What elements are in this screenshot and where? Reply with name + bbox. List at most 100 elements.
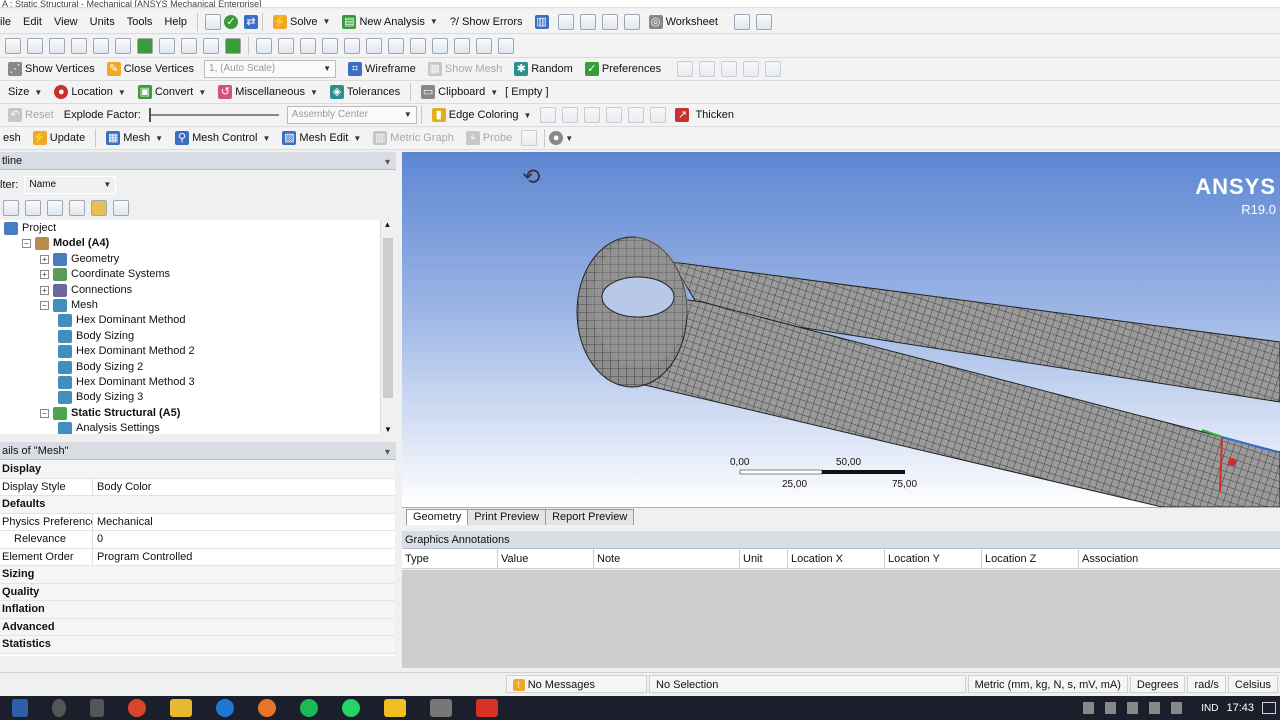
language-indicator[interactable]: IND	[1201, 703, 1218, 714]
firefox-icon[interactable]	[258, 699, 276, 717]
thicken-button[interactable]: Thicken	[689, 105, 740, 125]
expand-toggle-icon[interactable]: −	[22, 239, 31, 249]
col-value[interactable]: Value	[498, 549, 594, 569]
col-note[interactable]: Note	[594, 549, 740, 569]
extend-2-icon[interactable]	[49, 38, 65, 54]
tree-icon[interactable]: ⇄	[244, 14, 259, 29]
probe-button[interactable]: ⌖ Probe	[460, 128, 518, 148]
geometry-render[interactable]: ⟲	[402, 152, 1280, 507]
zoom-icon[interactable]	[300, 38, 316, 54]
tree-node[interactable]: − Static Structural (A5)	[40, 406, 180, 421]
body-select-icon[interactable]	[159, 38, 175, 54]
assembly-center-combo[interactable]: Assembly Center ▼	[286, 106, 417, 124]
zoom-fit-icon[interactable]	[344, 38, 360, 54]
show-errors-button[interactable]: ?/ Show Errors	[444, 12, 529, 32]
tree-node[interactable]: Project	[4, 221, 56, 236]
annotation-4-icon[interactable]	[743, 61, 760, 77]
details-row[interactable]: Display Style Body Color	[0, 478, 395, 496]
col-association[interactable]: Association	[1079, 549, 1279, 569]
update-button[interactable]: ⚡ Update	[27, 128, 91, 148]
worksheet-button[interactable]: ◎ Worksheet	[643, 12, 724, 32]
table-icon[interactable]	[579, 13, 596, 30]
collapse-icon[interactable]	[25, 200, 41, 216]
edge-red-icon[interactable]: ↗	[675, 108, 690, 122]
location-button[interactable]: ● Location ▼	[48, 82, 132, 102]
tab-geometry[interactable]: Geometry	[406, 509, 469, 525]
scroll-down-icon[interactable]: ▼	[381, 425, 395, 434]
col-location-y[interactable]: Location Y	[885, 549, 982, 569]
tree-node[interactable]: + Coordinate Systems	[40, 267, 170, 282]
start-icon[interactable]	[12, 699, 28, 717]
zoom-box-icon[interactable]	[322, 38, 338, 54]
whatsapp-icon[interactable]	[342, 699, 360, 717]
annotation-2-icon[interactable]	[699, 61, 716, 77]
details-value[interactable]: 0	[92, 531, 103, 548]
details-row[interactable]: Relevance 0	[0, 531, 395, 549]
details-row[interactable]: Defaults	[0, 496, 395, 514]
size-button[interactable]: Size ▼	[2, 82, 48, 102]
help-pointer-icon[interactable]	[733, 13, 750, 30]
chrome-icon[interactable]	[128, 699, 146, 717]
clipboard-button[interactable]: ▭ Clipboard ▼[ Empty ]	[415, 82, 554, 102]
tree-node[interactable]: + Connections	[40, 283, 132, 298]
probe-extra-icon[interactable]	[521, 130, 538, 146]
scale-combo[interactable]: 1, (Auto Scale) ▼	[204, 60, 337, 78]
pin-icon[interactable]: ▾	[385, 154, 390, 172]
file-explorer-icon[interactable]	[170, 699, 192, 717]
edge-style-6-icon[interactable]	[650, 107, 667, 123]
details-row[interactable]: Statistics	[0, 636, 395, 654]
expand-toggle-icon[interactable]: +	[40, 285, 49, 295]
details-row[interactable]: Advanced	[0, 618, 395, 636]
col-unit[interactable]: Unit	[740, 549, 788, 569]
solve-button[interactable]: ⚡ Solve ▼	[267, 12, 336, 32]
reset-button[interactable]: ↶ Reset	[2, 105, 60, 125]
edge-style-5-icon[interactable]	[628, 107, 645, 123]
expand-icon[interactable]	[47, 200, 63, 216]
expand-toggle-icon[interactable]: +	[40, 270, 49, 280]
menu-help[interactable]: Help	[158, 11, 193, 33]
tree-node[interactable]: − Model (A4)	[22, 236, 109, 251]
tree-node[interactable]: Hex Dominant Method 3	[58, 375, 195, 390]
extend-icon[interactable]	[27, 38, 43, 54]
tree-node[interactable]: Body Sizing 3	[58, 390, 143, 405]
gmail-icon[interactable]	[476, 699, 498, 717]
display-options-icon[interactable]: ●	[549, 131, 564, 145]
previous-view-icon[interactable]	[410, 38, 426, 54]
pointer-icon[interactable]	[71, 38, 87, 54]
magnifier-green-icon[interactable]	[388, 38, 404, 54]
edge-style-3-icon[interactable]	[584, 107, 601, 123]
convert-button[interactable]: ▣ Convert ▼	[132, 82, 212, 102]
details-row[interactable]: Quality	[0, 583, 395, 601]
units-status[interactable]: Metric (mm, kg, N, s, mV, mA)	[967, 674, 1128, 693]
wireframe-button[interactable]: ⌗ Wireframe	[342, 59, 422, 79]
edge-browser-icon[interactable]	[216, 699, 234, 717]
details-value[interactable]: Mechanical	[92, 513, 153, 530]
notifications-icon[interactable]	[1262, 702, 1276, 714]
probe-icon[interactable]	[557, 13, 574, 30]
annotation-3-icon[interactable]	[721, 61, 738, 77]
col-location-x[interactable]: Location X	[788, 549, 885, 569]
tray-icons[interactable]	[1083, 702, 1194, 714]
tree-node[interactable]: Analysis Settings	[58, 421, 160, 434]
show-mesh-button[interactable]: ▦ Show Mesh	[422, 59, 508, 79]
next-view-icon[interactable]	[432, 38, 448, 54]
col-location-z[interactable]: Location Z	[982, 549, 1079, 569]
menu-tools[interactable]: Tools	[121, 11, 159, 33]
tab-report-preview[interactable]: Report Preview	[545, 509, 635, 525]
pan-icon[interactable]	[278, 38, 294, 54]
tab-print-preview[interactable]: Print Preview	[467, 509, 547, 525]
tree-node[interactable]: Body Sizing 2	[58, 360, 143, 375]
tree-node[interactable]: + Geometry	[40, 252, 119, 267]
vertex-select-icon[interactable]	[93, 38, 109, 54]
messages-status[interactable]: ! No Messages	[505, 674, 648, 693]
explode-factor-slider[interactable]	[148, 108, 279, 122]
new-folder-icon[interactable]	[69, 200, 85, 216]
menu-edit[interactable]: Edit	[17, 11, 48, 33]
graphics-viewport[interactable]: ⟲ ANSYS R19.0 0,00 50,00 25,00 75,00	[402, 152, 1280, 507]
details-row[interactable]: Sizing	[0, 566, 395, 584]
new-analysis-button[interactable]: ▤ New Analysis ▼	[336, 12, 443, 32]
details-row[interactable]: Inflation	[0, 601, 395, 619]
rate-status[interactable]: rad/s	[1187, 674, 1226, 693]
tree-node[interactable]: Hex Dominant Method	[58, 313, 185, 328]
print-icon[interactable]	[205, 13, 222, 30]
